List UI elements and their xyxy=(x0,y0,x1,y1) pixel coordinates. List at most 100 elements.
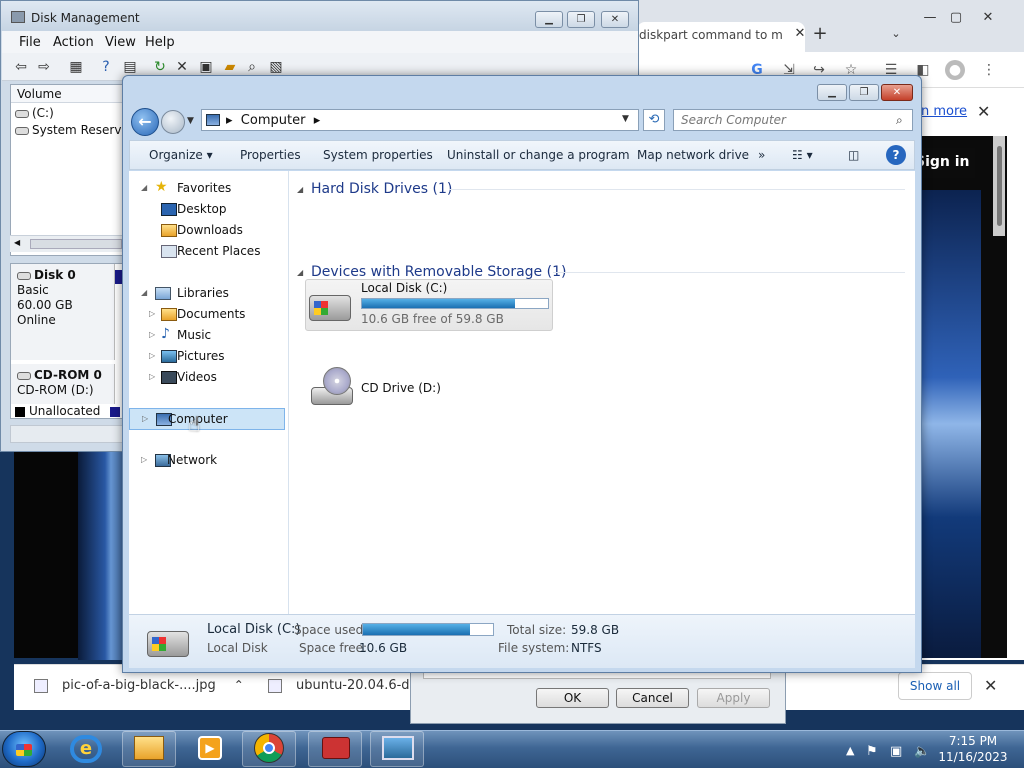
browser-maximize-button[interactable]: ▢ xyxy=(945,10,967,26)
change-view-icon[interactable]: ☷ ▾ xyxy=(792,148,813,162)
menu-view[interactable]: View xyxy=(105,35,136,50)
dm-close-button[interactable]: ✕ xyxy=(601,11,629,28)
back-button[interactable]: ← xyxy=(131,108,159,136)
refresh-icon[interactable]: ↻ xyxy=(151,58,169,76)
download-item[interactable]: pic-of-a-big-black-....jpg ⌃ xyxy=(34,678,244,693)
nav-libraries[interactable]: ◢ Libraries xyxy=(129,283,285,304)
download-item[interactable]: ubuntu-20.04.6-de... xyxy=(268,678,430,693)
nav-pictures[interactable]: ▷ Pictures xyxy=(129,346,285,367)
nav-videos[interactable]: ▷ Videos xyxy=(129,367,285,388)
expand-icon[interactable]: ▷ xyxy=(142,414,148,423)
menu-action[interactable]: Action xyxy=(53,35,94,50)
organize-button[interactable]: Organize ▾ xyxy=(149,148,213,162)
expand-icon[interactable]: ▷ xyxy=(149,330,155,339)
expand-icon[interactable]: ▷ xyxy=(149,351,155,360)
tab-search-icon[interactable]: ⌄ xyxy=(885,26,907,42)
action-center-icon[interactable]: ⚑ xyxy=(866,744,878,759)
address-dropdown-icon[interactable]: ▼ xyxy=(622,114,629,124)
tab-close-icon[interactable]: ✕ xyxy=(789,26,811,42)
browser-scrollbar-thumb[interactable] xyxy=(997,146,1002,226)
search-input[interactable]: Search Computer xyxy=(681,113,786,127)
explorer-close-button[interactable]: ✕ xyxy=(881,84,913,101)
nav-downloads[interactable]: Downloads xyxy=(129,220,285,241)
explorer-titlebar[interactable] xyxy=(123,76,921,110)
volume-list-hscrollbar[interactable]: ◀ xyxy=(10,235,126,252)
recent-pages-dropdown[interactable]: ▼ xyxy=(187,116,194,126)
help-icon[interactable]: ? xyxy=(886,145,906,165)
volume-muted-icon[interactable]: 🔈 xyxy=(914,744,930,759)
learn-more-link[interactable]: n more xyxy=(921,104,967,119)
check-icon[interactable]: ▣ xyxy=(197,58,215,76)
apply-button[interactable]: Apply xyxy=(697,688,770,708)
browser-menu-icon[interactable]: ⋮ xyxy=(979,60,999,80)
back-arrow-icon[interactable]: ⇦ xyxy=(12,58,30,76)
address-bar[interactable]: ▸ Computer ▸ ▼ xyxy=(201,109,639,131)
downloads-close-icon[interactable]: ✕ xyxy=(984,676,997,695)
drive-settings-icon[interactable]: ▧ xyxy=(267,58,285,76)
scroll-left-icon[interactable]: ◀ xyxy=(14,238,20,247)
group-header-hard-disk-drives[interactable]: ◢ Hard Disk Drives (1) xyxy=(297,181,452,197)
uninstall-program-button[interactable]: Uninstall or change a program xyxy=(447,148,630,162)
search-disk-icon[interactable]: ⌕ xyxy=(243,58,261,76)
expand-icon[interactable]: ▷ xyxy=(149,309,155,318)
dm-minimize-button[interactable]: ▁ xyxy=(535,11,563,28)
show-hidden-icons[interactable]: ▲ xyxy=(846,744,854,757)
volume-row[interactable]: (C:) xyxy=(15,106,54,120)
banner-close-icon[interactable]: ✕ xyxy=(977,102,990,121)
address-breadcrumb[interactable]: ▸ Computer ▸ xyxy=(226,113,320,128)
forward-button[interactable] xyxy=(161,110,185,134)
volume-row[interactable]: System Reserved xyxy=(15,123,136,137)
preview-pane-icon[interactable]: ◫ xyxy=(848,148,859,162)
scroll-thumb[interactable] xyxy=(30,239,122,249)
forward-arrow-icon[interactable]: ⇨ xyxy=(35,58,53,76)
show-all-button[interactable]: Show all xyxy=(898,672,972,700)
more-commands-button[interactable]: » xyxy=(758,148,765,162)
properties-icon[interactable]: ▤ xyxy=(121,58,139,76)
column-header-volume[interactable]: Volume xyxy=(11,85,125,103)
chevron-up-icon[interactable]: ⌃ xyxy=(234,678,244,692)
cdrom0-label[interactable]: CD-ROM 0 CD-ROM (D:) xyxy=(11,364,115,404)
browser-tab[interactable]: diskpart command to m xyxy=(637,22,805,52)
nav-documents[interactable]: ▷ Documents xyxy=(129,304,285,325)
disk0-label[interactable]: Disk 0 Basic 60.00 GB Online xyxy=(11,264,115,360)
cancel-button[interactable]: Cancel xyxy=(616,688,689,708)
search-icon[interactable]: ⌕ xyxy=(896,113,903,128)
help-icon[interactable]: ? xyxy=(97,58,115,76)
nav-computer[interactable]: ▷ Computer xyxy=(129,408,285,430)
expand-icon[interactable]: ◢ xyxy=(141,288,147,297)
internet-explorer-icon[interactable]: e xyxy=(70,735,102,763)
collapse-icon[interactable]: ◢ xyxy=(297,185,303,194)
new-tab-button[interactable]: + xyxy=(809,25,831,43)
expand-icon[interactable]: ▷ xyxy=(149,372,155,381)
taskbar-clock[interactable]: 7:15 PM 11/16/2023 xyxy=(938,733,1008,765)
nav-favorites[interactable]: ◢ ★ Favorites xyxy=(129,178,285,199)
menu-file[interactable]: File xyxy=(19,35,41,50)
system-properties-button[interactable]: System properties xyxy=(323,148,433,162)
ok-button[interactable]: OK xyxy=(536,688,609,708)
nav-network[interactable]: ▷ Network xyxy=(129,450,285,471)
menu-help[interactable]: Help xyxy=(145,35,175,50)
drive-tile-local-disk-content[interactable]: Local Disk (C:) 10.6 GB free of 59.8 GB xyxy=(305,279,553,331)
expand-icon[interactable]: ▷ xyxy=(141,455,147,464)
browser-close-button[interactable]: ✕ xyxy=(977,10,999,26)
dm-maximize-button[interactable]: ❐ xyxy=(567,11,595,28)
browser-minimize-button[interactable]: — xyxy=(919,10,941,26)
drive-tile-cd-drive[interactable]: CD Drive (D:) xyxy=(305,363,455,413)
nav-recent-places[interactable]: Recent Places xyxy=(129,241,285,262)
nav-music[interactable]: ▷ ♪ Music xyxy=(129,325,285,346)
expand-icon[interactable]: ◢ xyxy=(141,183,147,192)
media-player-icon[interactable]: ▶ xyxy=(198,736,222,760)
open-folder-icon[interactable]: ▰ xyxy=(221,58,239,76)
group-header-removable-storage[interactable]: ◢ Devices with Removable Storage (1) xyxy=(297,264,566,280)
explorer-minimize-button[interactable]: ▁ xyxy=(817,84,847,101)
search-box[interactable]: Search Computer ⌕ xyxy=(673,109,913,131)
explorer-maximize-button[interactable]: ❐ xyxy=(849,84,879,101)
refresh-button[interactable]: ⟲ xyxy=(643,109,665,131)
map-network-drive-button[interactable]: Map network drive xyxy=(637,148,749,162)
network-tray-icon[interactable]: ▣ xyxy=(890,744,902,759)
profile-avatar-icon[interactable]: ● xyxy=(945,60,965,80)
collapse-icon[interactable]: ◢ xyxy=(297,268,303,277)
delete-icon[interactable]: ✕ xyxy=(173,58,191,76)
sign-in-button[interactable]: Sign in xyxy=(915,148,975,178)
nav-desktop[interactable]: Desktop xyxy=(129,199,285,220)
